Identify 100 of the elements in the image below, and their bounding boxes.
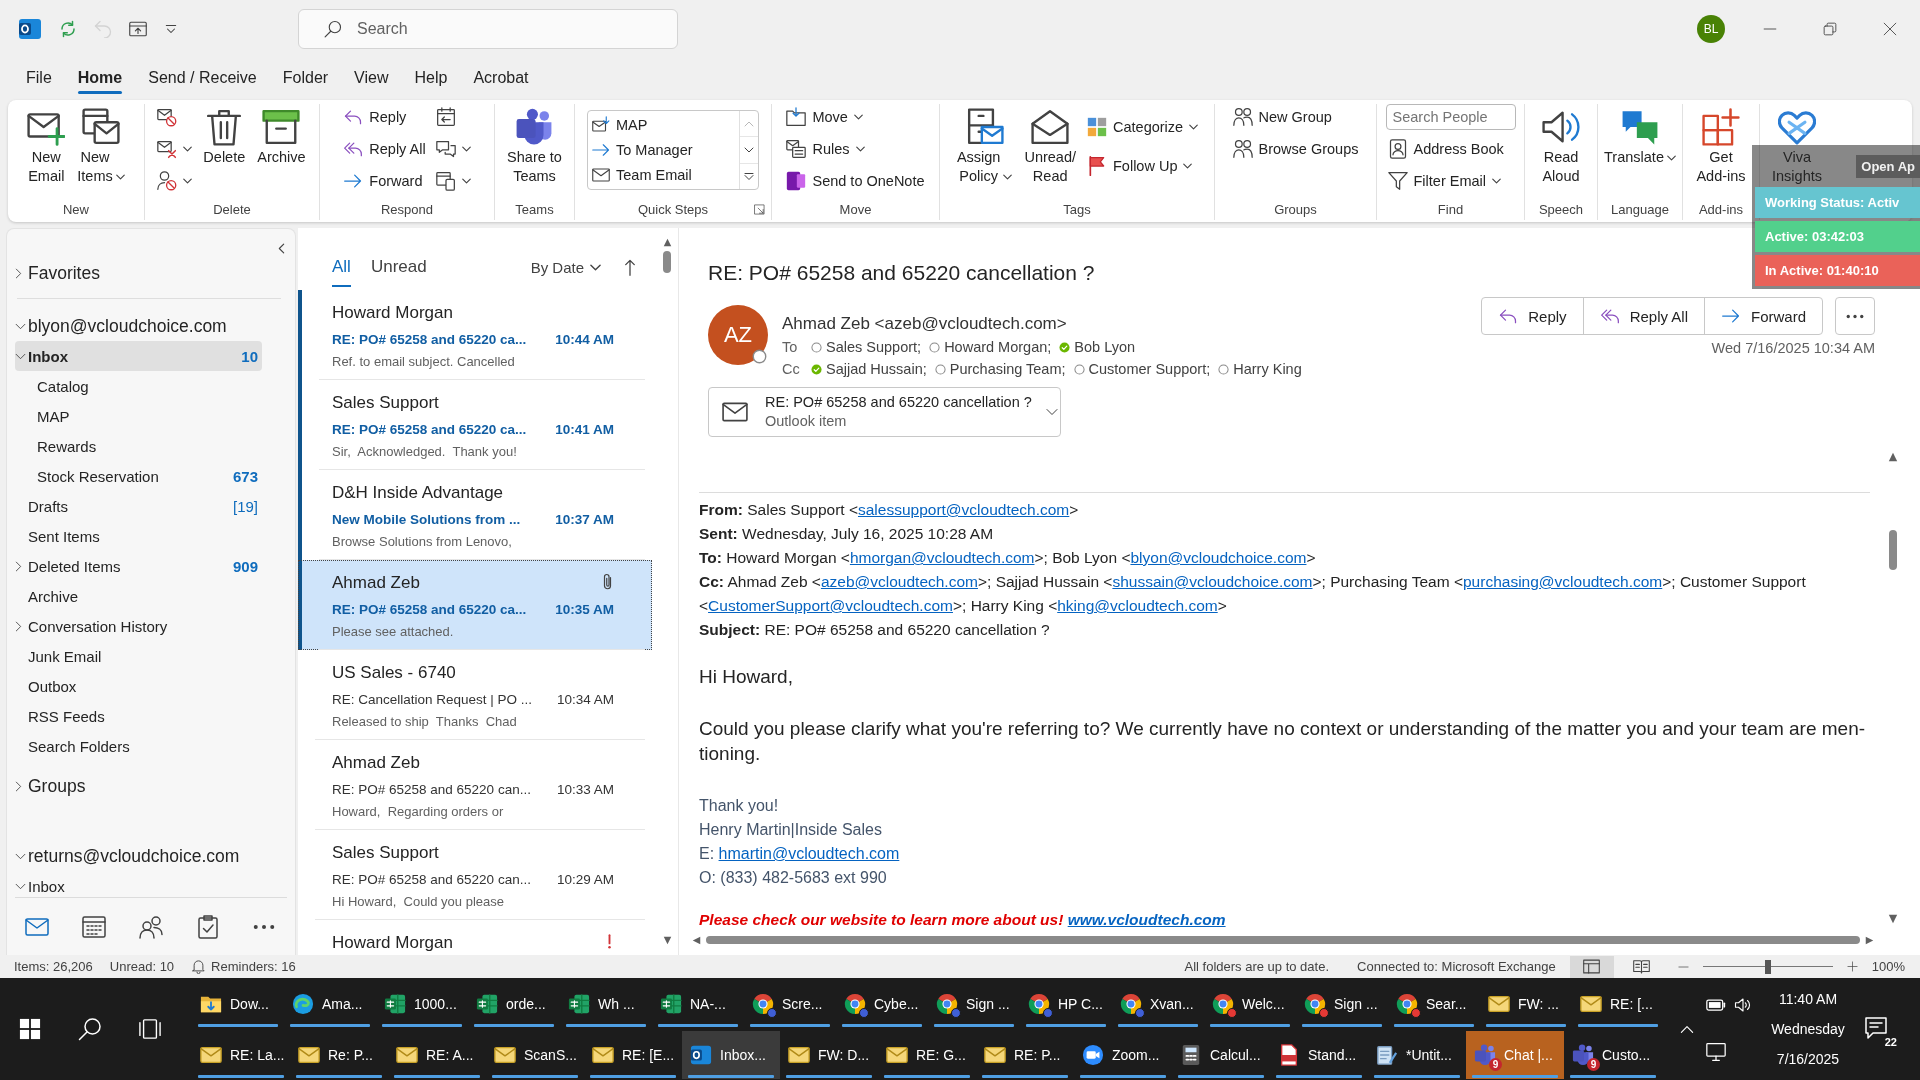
email-link[interactable]: hking@vcloudtech.com bbox=[1057, 597, 1218, 614]
clock-date[interactable]: 7/16/2025 bbox=[1776, 1044, 1840, 1074]
quick-step-button[interactable]: To Manager bbox=[592, 137, 735, 163]
search-field[interactable]: Search bbox=[298, 9, 678, 49]
taskbar-button[interactable]: 1000... bbox=[376, 979, 468, 1028]
ribbon-button[interactable]: Reply bbox=[341, 104, 428, 130]
email-link[interactable]: hmorgan@vcloudtech.com bbox=[849, 549, 1035, 566]
recipient-name[interactable]: Customer Support; bbox=[1088, 361, 1211, 377]
chevron-down-icon[interactable] bbox=[1045, 408, 1058, 416]
message-item[interactable]: US Sales - 6740 RE: Cancellation Request | PO ... 10:34 AM Released to ship Thanks Chad bbox=[298, 650, 652, 740]
search-people-field[interactable]: Search People bbox=[1385, 104, 1516, 130]
taskbar-button[interactable]: orde... bbox=[468, 979, 560, 1028]
email-link[interactable]: salessupport@vcloudtech.com bbox=[857, 501, 1070, 518]
search-icon[interactable] bbox=[78, 1017, 102, 1041]
scroll-up-icon[interactable] bbox=[1888, 452, 1898, 462]
email-link[interactable]: hmartin@vcloudtech.com bbox=[718, 845, 900, 862]
ribbon-button[interactable]: Delete bbox=[200, 104, 249, 167]
folder-item[interactable]: Junk Email bbox=[15, 641, 262, 671]
monitor-icon[interactable] bbox=[1706, 1042, 1726, 1062]
ribbon-button[interactable]: Archive bbox=[254, 104, 309, 167]
folder-section[interactable]: Favorites bbox=[15, 258, 262, 288]
taskbar-button[interactable]: FW: D... bbox=[780, 1030, 878, 1079]
menu-tab[interactable]: Acrobat bbox=[473, 61, 529, 95]
taskbar-button[interactable]: NA-... bbox=[652, 979, 744, 1028]
taskbar-button[interactable]: RE: La... bbox=[192, 1030, 290, 1079]
ribbon-button[interactable]: Send to OneNote bbox=[784, 168, 927, 194]
reply-button[interactable]: Reply bbox=[1482, 298, 1584, 334]
quick-step-button[interactable]: MAP bbox=[592, 113, 735, 138]
taskbar-button[interactable]: RE: [... bbox=[1572, 979, 1664, 1028]
taskbar-button[interactable]: Sear... bbox=[1388, 979, 1480, 1028]
ribbon-button[interactable]: Filter Email bbox=[1385, 168, 1516, 194]
menu-tab[interactable]: Send / Receive bbox=[148, 61, 257, 95]
battery-icon[interactable] bbox=[1706, 999, 1726, 1011]
folder-item[interactable]: Archive bbox=[15, 581, 262, 611]
taskbar-button[interactable]: Ama... bbox=[284, 979, 376, 1028]
forward-button[interactable]: Forward bbox=[1705, 298, 1822, 334]
chevron-down-icon[interactable] bbox=[15, 852, 26, 860]
ribbon-button[interactable]: Read Aloud bbox=[1539, 104, 1583, 186]
folder-item[interactable]: Rewards bbox=[15, 431, 262, 461]
gallery-down-icon[interactable] bbox=[744, 147, 754, 153]
folder-item[interactable]: Drafts [19] bbox=[15, 491, 262, 521]
chevron-right-icon[interactable] bbox=[15, 267, 22, 279]
sort-dropdown[interactable]: By Date bbox=[530, 247, 601, 287]
dots-icon[interactable] bbox=[253, 923, 275, 930]
taskbar-button[interactable]: Cybe... bbox=[836, 979, 928, 1028]
taskbar-button[interactable]: RE: A... bbox=[388, 1030, 486, 1079]
launcher-icon[interactable] bbox=[754, 204, 765, 215]
folder-section[interactable]: Groups bbox=[15, 771, 262, 801]
ribbon-button[interactable]: Categorize bbox=[1085, 114, 1201, 140]
taskbar-button[interactable]: Welc... bbox=[1204, 979, 1296, 1028]
folder-item[interactable]: MAP bbox=[15, 401, 262, 431]
folder-section[interactable]: blyon@vcloudchoice.com bbox=[15, 311, 262, 341]
ribbon-button[interactable]: Move bbox=[784, 104, 927, 130]
message-item[interactable]: Ahmad Zeb RE: PO# 65258 and 65220 ca... 10:35 AM Please see attached. bbox=[298, 560, 652, 650]
task-view-icon[interactable] bbox=[139, 1018, 161, 1040]
ribbon-button[interactable]: Get Add-ins bbox=[1693, 104, 1749, 186]
taskbar-button[interactable]: FW: ... bbox=[1480, 979, 1572, 1028]
ribbon-button[interactable]: Translate bbox=[1601, 104, 1679, 167]
menu-tab[interactable]: View bbox=[354, 61, 389, 95]
recipient-name[interactable]: Sales Support; bbox=[826, 339, 922, 355]
ribbon-button[interactable]: Rules bbox=[784, 136, 927, 162]
clock-time[interactable]: 11:40 AM bbox=[1778, 984, 1838, 1014]
scroll-left-icon[interactable] bbox=[692, 935, 701, 945]
ribbon-button[interactable]: Address Book bbox=[1385, 136, 1516, 162]
taskbar-button[interactable]: RE: [E... bbox=[584, 1030, 682, 1079]
chevron-right-icon[interactable] bbox=[15, 780, 22, 792]
email-link[interactable]: purchasing@vcloudtech.com bbox=[1463, 573, 1663, 590]
taskbar-button[interactable]: Re: P... bbox=[290, 1030, 388, 1079]
sender-name[interactable]: Ahmad Zeb <azeb@vcloudtech.com> bbox=[782, 312, 1306, 336]
email-link[interactable]: CustomerSupport@vcloudtech.com bbox=[708, 597, 953, 614]
scrollbar-thumb[interactable] bbox=[706, 936, 1860, 944]
chevron-down-icon[interactable] bbox=[15, 882, 26, 890]
slider-thumb[interactable] bbox=[1764, 959, 1771, 974]
customize-caret-icon[interactable] bbox=[164, 22, 178, 36]
chevron-down-icon[interactable] bbox=[15, 322, 26, 330]
ribbon-button[interactable]: New Items bbox=[74, 104, 128, 186]
taskbar-button[interactable]: Zoom... bbox=[1074, 1030, 1172, 1079]
gallery-more-icon[interactable] bbox=[744, 172, 754, 180]
taskbar-button[interactable]: ScanS... bbox=[486, 1030, 584, 1079]
ribbon-button[interactable]: Forward bbox=[341, 168, 428, 194]
chevron-left-icon[interactable] bbox=[278, 242, 285, 254]
email-link[interactable]: blyon@vcloudchoice.com bbox=[1130, 549, 1307, 566]
clock-day[interactable]: Wednesday bbox=[1771, 1014, 1845, 1044]
taskbar-button[interactable]: Calcul... bbox=[1172, 1030, 1270, 1079]
folder-item[interactable]: Inbox bbox=[15, 871, 262, 897]
recipient-name[interactable]: Howard Morgan; bbox=[944, 339, 1052, 355]
ribbon-button[interactable]: Share to Teams bbox=[504, 104, 565, 186]
account-avatar[interactable]: BL bbox=[1697, 15, 1725, 43]
arrow-up-icon[interactable] bbox=[625, 258, 635, 276]
ribbon-button[interactable]: New Group bbox=[1230, 104, 1361, 130]
folder-item[interactable]: Outbox bbox=[15, 671, 262, 701]
chevron-up-icon[interactable] bbox=[1680, 1024, 1694, 1034]
scrollbar-thumb[interactable] bbox=[1889, 530, 1897, 570]
menu-tab[interactable]: Folder bbox=[282, 61, 329, 95]
scroll-up-icon[interactable] bbox=[662, 238, 672, 247]
taskbar-button[interactable]: Scre... bbox=[744, 979, 836, 1028]
scroll-right-icon[interactable] bbox=[1865, 935, 1874, 945]
recipient-name[interactable]: Sajjad Hussain; bbox=[826, 361, 927, 377]
scroll-down-icon[interactable] bbox=[662, 936, 672, 945]
speaker-icon[interactable] bbox=[1734, 996, 1752, 1014]
